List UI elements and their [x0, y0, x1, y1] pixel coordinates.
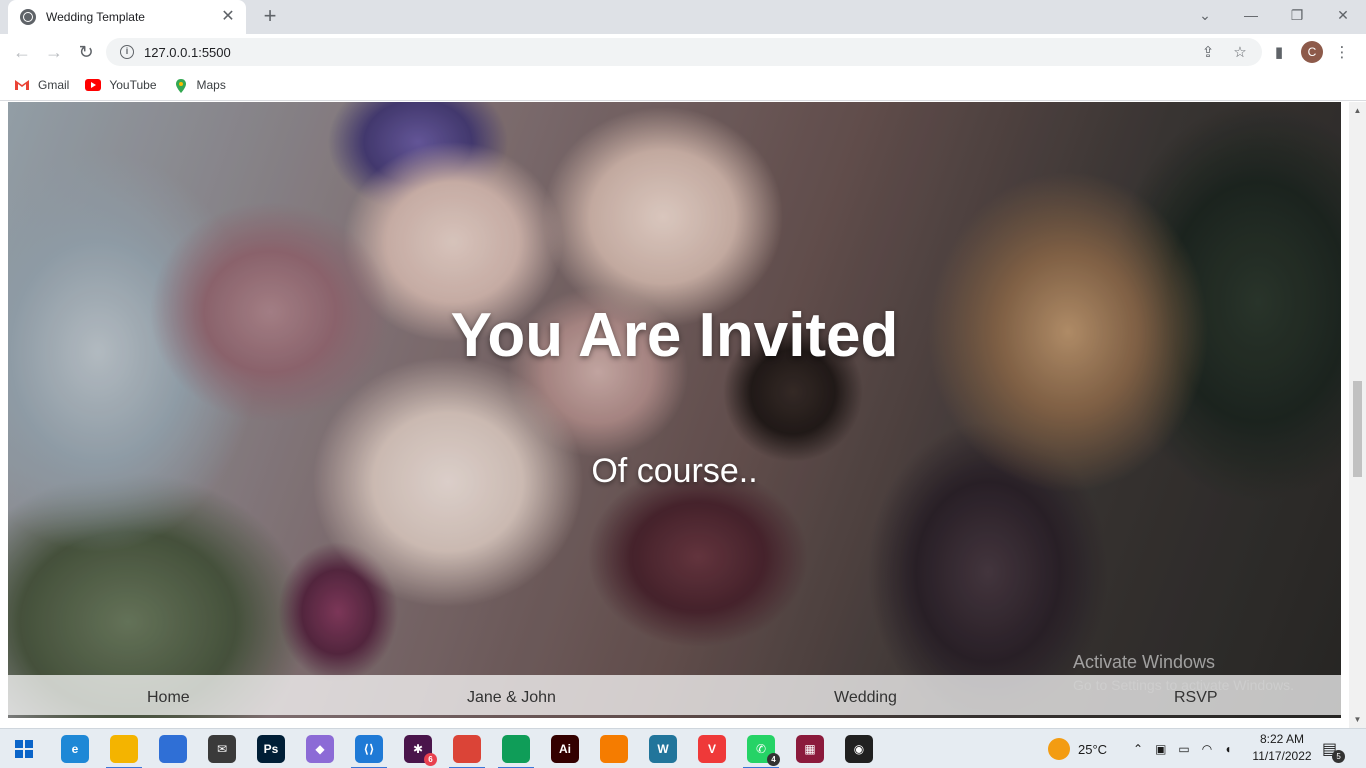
activate-windows-text: Go to Settings to activate Windows. [1073, 677, 1294, 693]
bookmark-star-icon[interactable]: ☆ [1228, 40, 1252, 64]
bookmark-label: YouTube [109, 78, 157, 92]
obs-taskbar-icon[interactable]: ◉ [845, 735, 873, 763]
sun-icon [1048, 738, 1070, 760]
badge-count: 4 [767, 753, 780, 766]
activate-windows-title: Activate Windows [1073, 652, 1216, 672]
site-info-icon[interactable]: i [120, 45, 134, 59]
git-taskbar-icon[interactable]: ◆ [306, 735, 334, 763]
volume-icon[interactable]: ◖ [1224, 742, 1231, 756]
wifi-icon[interactable]: ◠ [1202, 742, 1212, 756]
nav-wedding[interactable]: Wedding [834, 675, 897, 715]
clock-date: 11/17/2022 [1252, 749, 1312, 763]
menu-icon[interactable]: ⋮ [1330, 40, 1354, 64]
bookmark-maps[interactable]: Maps [173, 78, 226, 93]
mail-taskbar-icon[interactable]: ✉ [208, 735, 236, 763]
system-tray: ⌃ ▣ ▭ ◠ ◖ [1133, 729, 1231, 768]
share-icon[interactable]: ⇪ [1196, 40, 1220, 64]
badge-count: 6 [424, 753, 437, 766]
windows-logo-icon [15, 740, 33, 758]
illustrator-taskbar-icon[interactable]: Ai [551, 735, 579, 763]
microsoft-store-taskbar-icon[interactable] [159, 735, 187, 763]
start-button[interactable] [10, 735, 38, 763]
chrome-taskbar-icon[interactable] [498, 735, 534, 768]
close-window-button[interactable]: ✕ [1320, 0, 1366, 30]
bookmark-label: Maps [196, 78, 226, 92]
edge-taskbar-icon[interactable]: e [61, 735, 89, 763]
battery-icon[interactable]: ▭ [1178, 742, 1189, 756]
chevron-up-icon[interactable]: ⌃ [1133, 742, 1143, 756]
side-panel-icon[interactable]: ▮ [1267, 40, 1291, 64]
youtube-icon [85, 79, 102, 91]
hero-title: You Are Invited [450, 301, 899, 370]
vivaldi-taskbar-icon[interactable]: V [698, 735, 726, 763]
bookmark-label: Gmail [38, 78, 70, 92]
photoshop-taskbar-icon[interactable]: Ps [257, 735, 285, 763]
browser-tab[interactable]: Wedding Template ✕ [8, 0, 246, 34]
reload-button[interactable]: ↻ [74, 40, 98, 64]
notification-count: 5 [1332, 750, 1346, 763]
fl-studio-taskbar-icon[interactable] [600, 735, 628, 763]
globe-icon [20, 9, 36, 25]
tab-strip: Wedding Template ✕ + ⌄ — ❐ ✕ [0, 0, 1366, 34]
scroll-thumb[interactable] [1353, 381, 1362, 477]
slack-taskbar-icon[interactable]: ✱ 6 [404, 735, 437, 766]
nav-jane-john[interactable]: Jane & John [467, 675, 556, 715]
whatsapp-taskbar-icon[interactable]: ✆ 4 [743, 735, 780, 768]
forward-button[interactable]: → [42, 40, 66, 64]
new-tab-button[interactable]: + [258, 5, 282, 29]
chrome-profile-taskbar-icon[interactable] [449, 735, 485, 768]
clock-time: 8:22 AM [1259, 732, 1305, 746]
minimize-button[interactable]: — [1228, 0, 1274, 30]
scroll-down-arrow-icon[interactable]: ▼ [1349, 711, 1366, 728]
page-viewport: You Are Invited Of course.. Home Jane & … [0, 102, 1366, 728]
tab-search-icon[interactable]: ⌄ [1182, 0, 1228, 30]
wordpress-taskbar-icon[interactable]: W [649, 735, 677, 763]
hero-subtitle: Of course.. [591, 452, 758, 490]
vscode-taskbar-icon[interactable]: ⟨⟩ [351, 735, 387, 768]
browser-toolbar: ← → ↻ i 127.0.0.1:5500 ⇪ ☆ ▮ C ⋮ [0, 34, 1366, 70]
windows-taskbar: e ✉ Ps ◆ ⟨⟩ ✱ 6 Ai W V ✆ 4 ▦ ◉ 25°C ⌃ ▣ ▭ ◠ ◖ 8:22 AM… [0, 728, 1366, 768]
notification-button[interactable]: ▤ 5 [1322, 729, 1346, 768]
bookmark-gmail[interactable]: Gmail [14, 78, 69, 92]
url-text: 127.0.0.1:5500 [144, 44, 231, 60]
weather-widget[interactable]: 25°C [1048, 729, 1107, 768]
bookmark-youtube[interactable]: YouTube [85, 78, 157, 92]
file-explorer-taskbar-icon[interactable] [106, 735, 142, 768]
tab-title: Wedding Template [46, 10, 145, 24]
camera-icon[interactable]: ▣ [1155, 742, 1166, 756]
profile-avatar[interactable]: C [1301, 41, 1323, 63]
clock[interactable]: 8:22 AM 11/17/2022 [1252, 731, 1312, 765]
gmail-icon [14, 79, 30, 91]
winrar-taskbar-icon[interactable]: ▦ [796, 735, 824, 763]
restore-button[interactable]: ❐ [1274, 0, 1320, 30]
bookmarks-bar: Gmail YouTube Maps [0, 70, 1366, 101]
close-tab-icon[interactable]: ✕ [220, 9, 236, 25]
page-scrollbar[interactable]: ▲ ▼ [1349, 102, 1366, 728]
temperature: 25°C [1078, 741, 1108, 757]
address-bar[interactable]: i 127.0.0.1:5500 [106, 38, 1262, 66]
maps-icon [173, 79, 189, 93]
hero-floral-background: You Are Invited Of course.. [8, 102, 1341, 718]
nav-home[interactable]: Home [147, 675, 190, 715]
notification-icon: ▤ 5 [1322, 739, 1346, 763]
back-button[interactable]: ← [10, 40, 34, 64]
scroll-up-arrow-icon[interactable]: ▲ [1349, 102, 1366, 119]
